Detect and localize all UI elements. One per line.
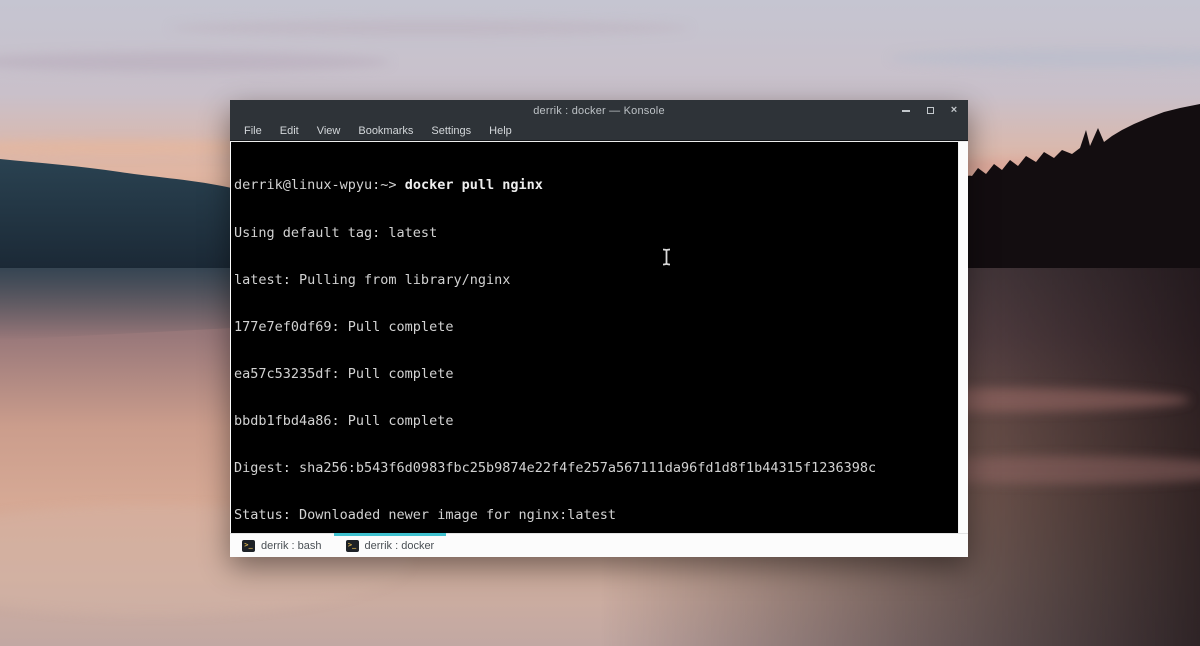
terminal-icon: >_ [346,540,359,552]
menu-item-edit[interactable]: Edit [271,125,308,137]
tab-bar: >_ derrik : bash >_ derrik : docker [230,533,968,557]
desktop: derrik : docker — Konsole × File Edit Vi… [0,0,1200,646]
maximize-button[interactable] [924,105,936,117]
shell-prompt: derrik@linux-wpyu:~> [234,177,405,193]
minimize-button[interactable] [900,105,912,117]
close-button[interactable]: × [948,105,960,117]
menu-item-settings[interactable]: Settings [422,125,480,137]
terminal-line: Status: Downloaded newer image for nginx… [234,508,958,524]
terminal-line: Digest: sha256:b543f6d0983fbc25b9874e22f… [234,461,958,477]
menu-bar: File Edit View Bookmarks Settings Help [230,121,968,141]
menu-item-file[interactable]: File [235,125,271,137]
window-title: derrik : docker — Konsole [230,105,968,117]
maximize-icon [927,107,934,114]
terminal-line: bbdb1fbd4a86: Pull complete [234,414,958,430]
terminal-line: latest: Pulling from library/nginx [234,273,958,289]
terminal-line: 177e7ef0df69: Pull complete [234,320,958,336]
konsole-window: derrik : docker — Konsole × File Edit Vi… [230,100,968,557]
tab-label: derrik : bash [261,540,322,552]
menu-item-view[interactable]: View [308,125,350,137]
terminal-icon: >_ [242,540,255,552]
menu-item-help[interactable]: Help [480,125,521,137]
terminal-line: Using default tag: latest [234,226,958,242]
terminal-line: ea57c53235df: Pull complete [234,367,958,383]
titlebar[interactable]: derrik : docker — Konsole × [230,100,968,121]
tab-derrik-bash[interactable]: >_ derrik : bash [230,534,334,557]
terminal-frame: derrik@linux-wpyu:~> docker pull nginx U… [230,141,968,533]
terminal-line: derrik@linux-wpyu:~> docker pull nginx [234,178,958,194]
window-controls: × [900,100,960,121]
typed-command: docker pull nginx [405,177,543,193]
terminal-view[interactable]: derrik@linux-wpyu:~> docker pull nginx U… [231,142,958,533]
tab-derrik-docker[interactable]: >_ derrik : docker [334,534,447,557]
scrollbar[interactable] [958,142,968,533]
minimize-icon [902,110,910,112]
tab-label: derrik : docker [365,540,435,552]
menu-item-bookmarks[interactable]: Bookmarks [349,125,422,137]
